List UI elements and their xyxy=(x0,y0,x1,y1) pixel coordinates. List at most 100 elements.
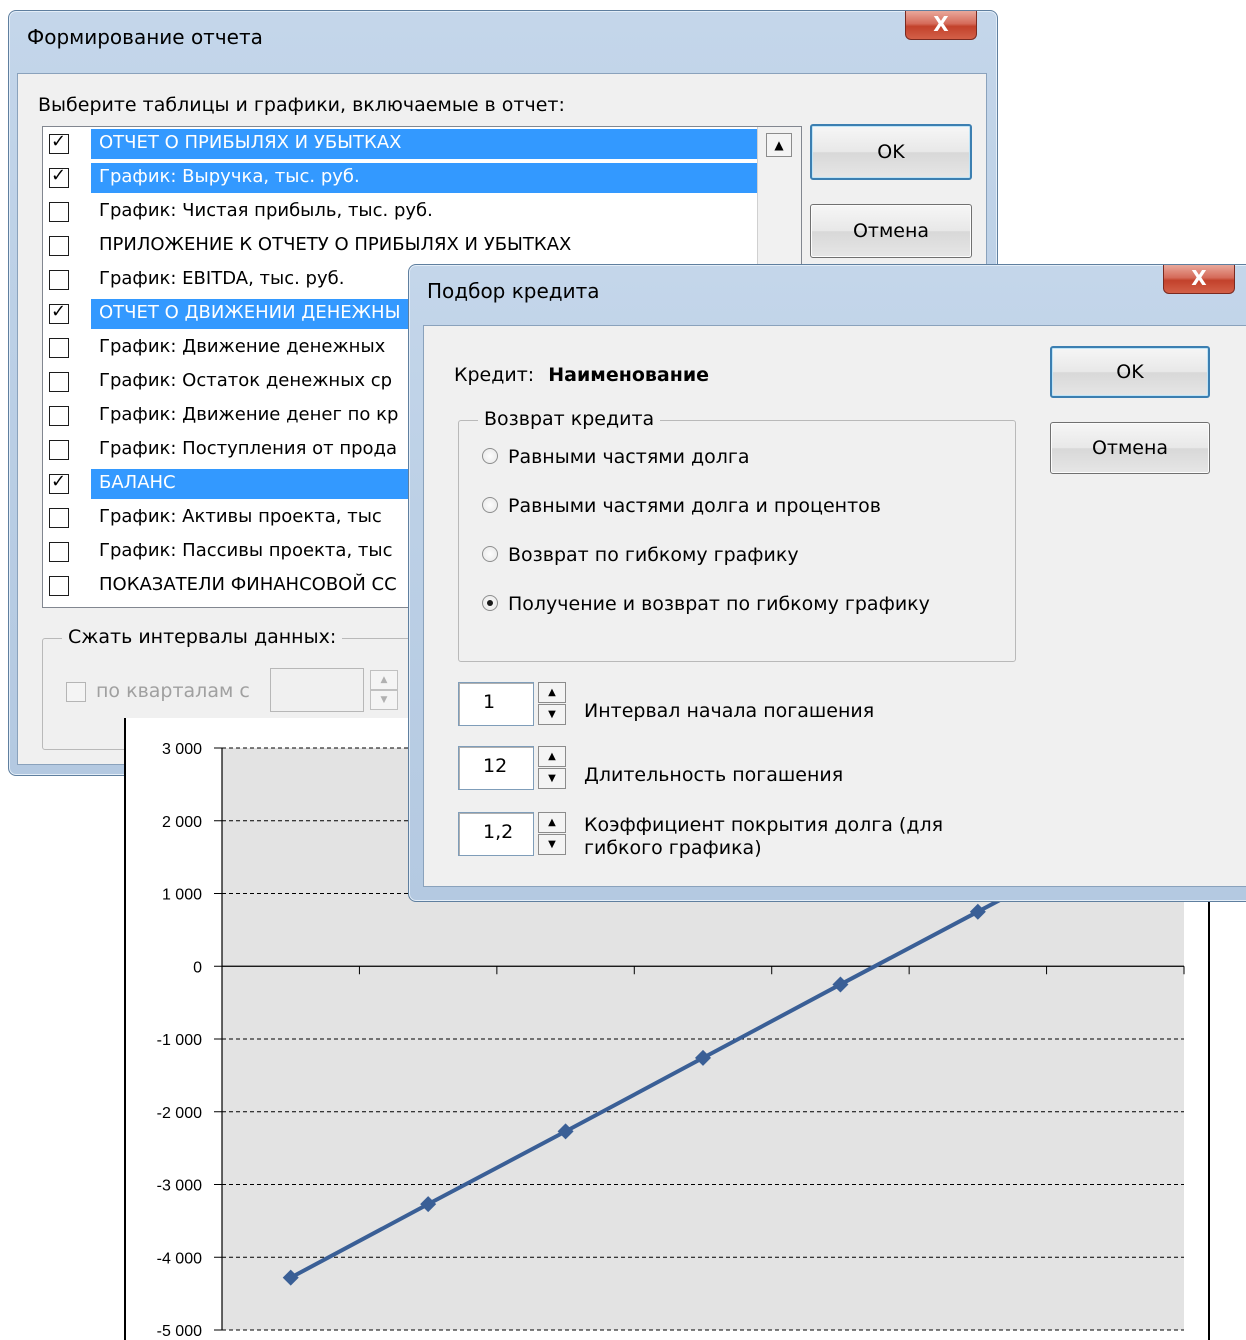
radio-button-icon[interactable] xyxy=(482,594,498,611)
quarters-input[interactable] xyxy=(270,668,364,712)
list-item-label: График: Движение денег по кр xyxy=(99,404,399,425)
list-item-label: График: Остаток денежных ср xyxy=(99,370,393,391)
credit-prefix: Кредит: xyxy=(454,364,535,386)
item-checkbox[interactable] xyxy=(49,406,69,426)
quarters-checkbox[interactable] xyxy=(66,682,86,702)
start-interval-up[interactable]: ▲ xyxy=(538,682,566,703)
repay-option[interactable]: Равными частями долга и процентов xyxy=(482,495,881,517)
checkmark-icon: ✓ xyxy=(51,301,67,322)
credit-dialog-body: Кредит: Наименование OK Отмена Возврат к… xyxy=(423,325,1246,887)
report-prompt: Выберите таблицы и графики, включаемые в… xyxy=(38,94,565,116)
duration-input[interactable]: 12 xyxy=(458,746,534,790)
arrow-up-icon: ▲ xyxy=(774,138,784,152)
credit-title-row: Кредит: Наименование xyxy=(454,364,709,386)
arrow-down-icon: ▼ xyxy=(548,709,556,720)
start-interval-down[interactable]: ▼ xyxy=(538,704,566,725)
repay-option-label: Получение и возврат по гибкому графику xyxy=(508,593,930,615)
compress-group-label: Сжать интервалы данных: xyxy=(62,626,343,648)
repay-option[interactable]: Возврат по гибкому графику xyxy=(482,544,799,566)
duration-up[interactable]: ▲ xyxy=(538,746,566,767)
arrow-up-icon: ▲ xyxy=(380,675,388,685)
radio-button-icon[interactable] xyxy=(482,545,498,562)
arrow-down-icon: ▼ xyxy=(548,839,556,850)
radio-button-icon[interactable] xyxy=(482,447,498,464)
arrow-down-icon: ▼ xyxy=(380,695,388,705)
list-item-label: График: EBITDA, тыс. руб. xyxy=(99,268,345,289)
list-item-label: ОТЧЕТ О ПРИБЫЛЯХ И УБЫТКАХ xyxy=(99,132,402,153)
list-item[interactable]: График: Чистая прибыль, тыс. руб. xyxy=(43,195,801,229)
credit-dialog-close-button[interactable]: X xyxy=(1163,265,1235,294)
arrow-up-icon: ▲ xyxy=(548,817,556,828)
coverage-up[interactable]: ▲ xyxy=(538,812,566,833)
coverage-label-line1: Коэффициент покрытия долга (для xyxy=(584,814,944,836)
report-cancel-label: Отмена xyxy=(852,220,930,242)
item-checkbox[interactable] xyxy=(49,542,69,562)
arrow-down-icon: ▼ xyxy=(548,773,556,784)
y-tick-label: -5 000 xyxy=(157,1323,202,1340)
report-cancel-button[interactable]: Отмена xyxy=(810,204,972,258)
credit-ok-label: OK xyxy=(1116,361,1144,383)
item-checkbox[interactable] xyxy=(49,202,69,222)
y-tick-label: 3 000 xyxy=(162,741,202,758)
start-interval-input[interactable]: 1 xyxy=(458,682,534,726)
repay-option-label: Возврат по гибкому графику xyxy=(508,544,799,566)
credit-cancel-label: Отмена xyxy=(1091,437,1169,459)
list-item[interactable]: ПРИЛОЖЕНИЕ К ОТЧЕТУ О ПРИБЫЛЯХ И УБЫТКАХ xyxy=(43,229,801,263)
y-tick-label: -2 000 xyxy=(157,1105,202,1122)
coverage-down[interactable]: ▼ xyxy=(538,834,566,855)
quarters-spin-down[interactable]: ▼ xyxy=(370,690,398,710)
scroll-up-button[interactable]: ▲ xyxy=(766,133,792,157)
credit-dialog-title: Подбор кредита xyxy=(427,279,600,303)
list-item-label: БАЛАНС xyxy=(99,472,176,493)
item-checkbox[interactable] xyxy=(49,576,69,596)
item-checkbox[interactable] xyxy=(49,372,69,392)
item-checkbox[interactable] xyxy=(49,236,69,256)
checkmark-icon: ✓ xyxy=(51,165,67,186)
report-ok-button[interactable]: OK xyxy=(810,124,972,180)
repay-option[interactable]: Равными частями долга xyxy=(482,446,750,468)
duration-down[interactable]: ▼ xyxy=(538,768,566,789)
radio-button-icon[interactable] xyxy=(482,496,498,513)
coverage-input[interactable]: 1,2 xyxy=(458,812,534,856)
list-item-label: ПРИЛОЖЕНИЕ К ОТЧЕТУ О ПРИБЫЛЯХ И УБЫТКАХ xyxy=(99,234,572,255)
item-checkbox[interactable]: ✓ xyxy=(49,471,69,494)
arrow-up-icon: ▲ xyxy=(548,687,556,698)
item-checkbox[interactable]: ✓ xyxy=(49,301,69,324)
item-checkbox[interactable]: ✓ xyxy=(49,165,69,188)
list-item[interactable]: ✓ ОТЧЕТ О ПРИБЫЛЯХ И УБЫТКАХ xyxy=(43,127,801,161)
list-item-label: ОТЧЕТ О ДВИЖЕНИИ ДЕНЕЖНЫ xyxy=(99,302,401,323)
y-tick-label: 1 000 xyxy=(162,887,202,904)
coverage-value: 1,2 xyxy=(483,821,514,843)
coverage-label-line2: гибкого графика) xyxy=(584,837,762,859)
item-checkbox[interactable] xyxy=(49,440,69,460)
credit-name: Наименование xyxy=(548,364,710,386)
credit-ok-button[interactable]: OK xyxy=(1050,346,1210,398)
repay-group-label: Возврат кредита xyxy=(478,408,661,430)
item-checkbox[interactable] xyxy=(49,338,69,358)
start-interval-value: 1 xyxy=(483,691,496,713)
checkmark-icon: ✓ xyxy=(51,471,67,492)
list-item-label: ПОКАЗАТЕЛИ ФИНАНСОВОЙ СС xyxy=(99,574,397,595)
item-checkbox[interactable]: ✓ xyxy=(49,131,69,154)
list-item-label: График: Активы проекта, тыс xyxy=(99,506,382,527)
y-tick-label: 2 000 xyxy=(162,814,202,831)
repay-option[interactable]: Получение и возврат по гибкому графику xyxy=(482,593,930,615)
list-item-label: График: Выручка, тыс. руб. xyxy=(99,166,360,187)
start-interval-label: Интервал начала погашения xyxy=(584,700,875,722)
duration-value: 12 xyxy=(483,755,508,777)
credit-cancel-button[interactable]: Отмена xyxy=(1050,422,1210,474)
checkmark-icon: ✓ xyxy=(51,131,67,152)
quarters-label: по кварталам с xyxy=(96,680,250,702)
credit-dialog-window: Подбор кредита X Кредит: Наименование OK… xyxy=(408,264,1246,902)
item-checkbox[interactable] xyxy=(49,508,69,528)
list-item[interactable]: ✓ График: Выручка, тыс. руб. xyxy=(43,161,801,195)
close-icon: X xyxy=(933,12,949,36)
item-checkbox[interactable] xyxy=(49,270,69,290)
y-tick-label: 0 xyxy=(193,959,202,976)
duration-label: Длительность погашения xyxy=(584,764,844,786)
repay-option-label: Равными частями долга и процентов xyxy=(508,495,881,517)
quarters-spin-up[interactable]: ▲ xyxy=(370,670,398,690)
close-icon: X xyxy=(1191,266,1207,290)
list-item-label: График: Пассивы проекта, тыс xyxy=(99,540,393,561)
report-dialog-close-button[interactable]: X xyxy=(905,11,977,40)
